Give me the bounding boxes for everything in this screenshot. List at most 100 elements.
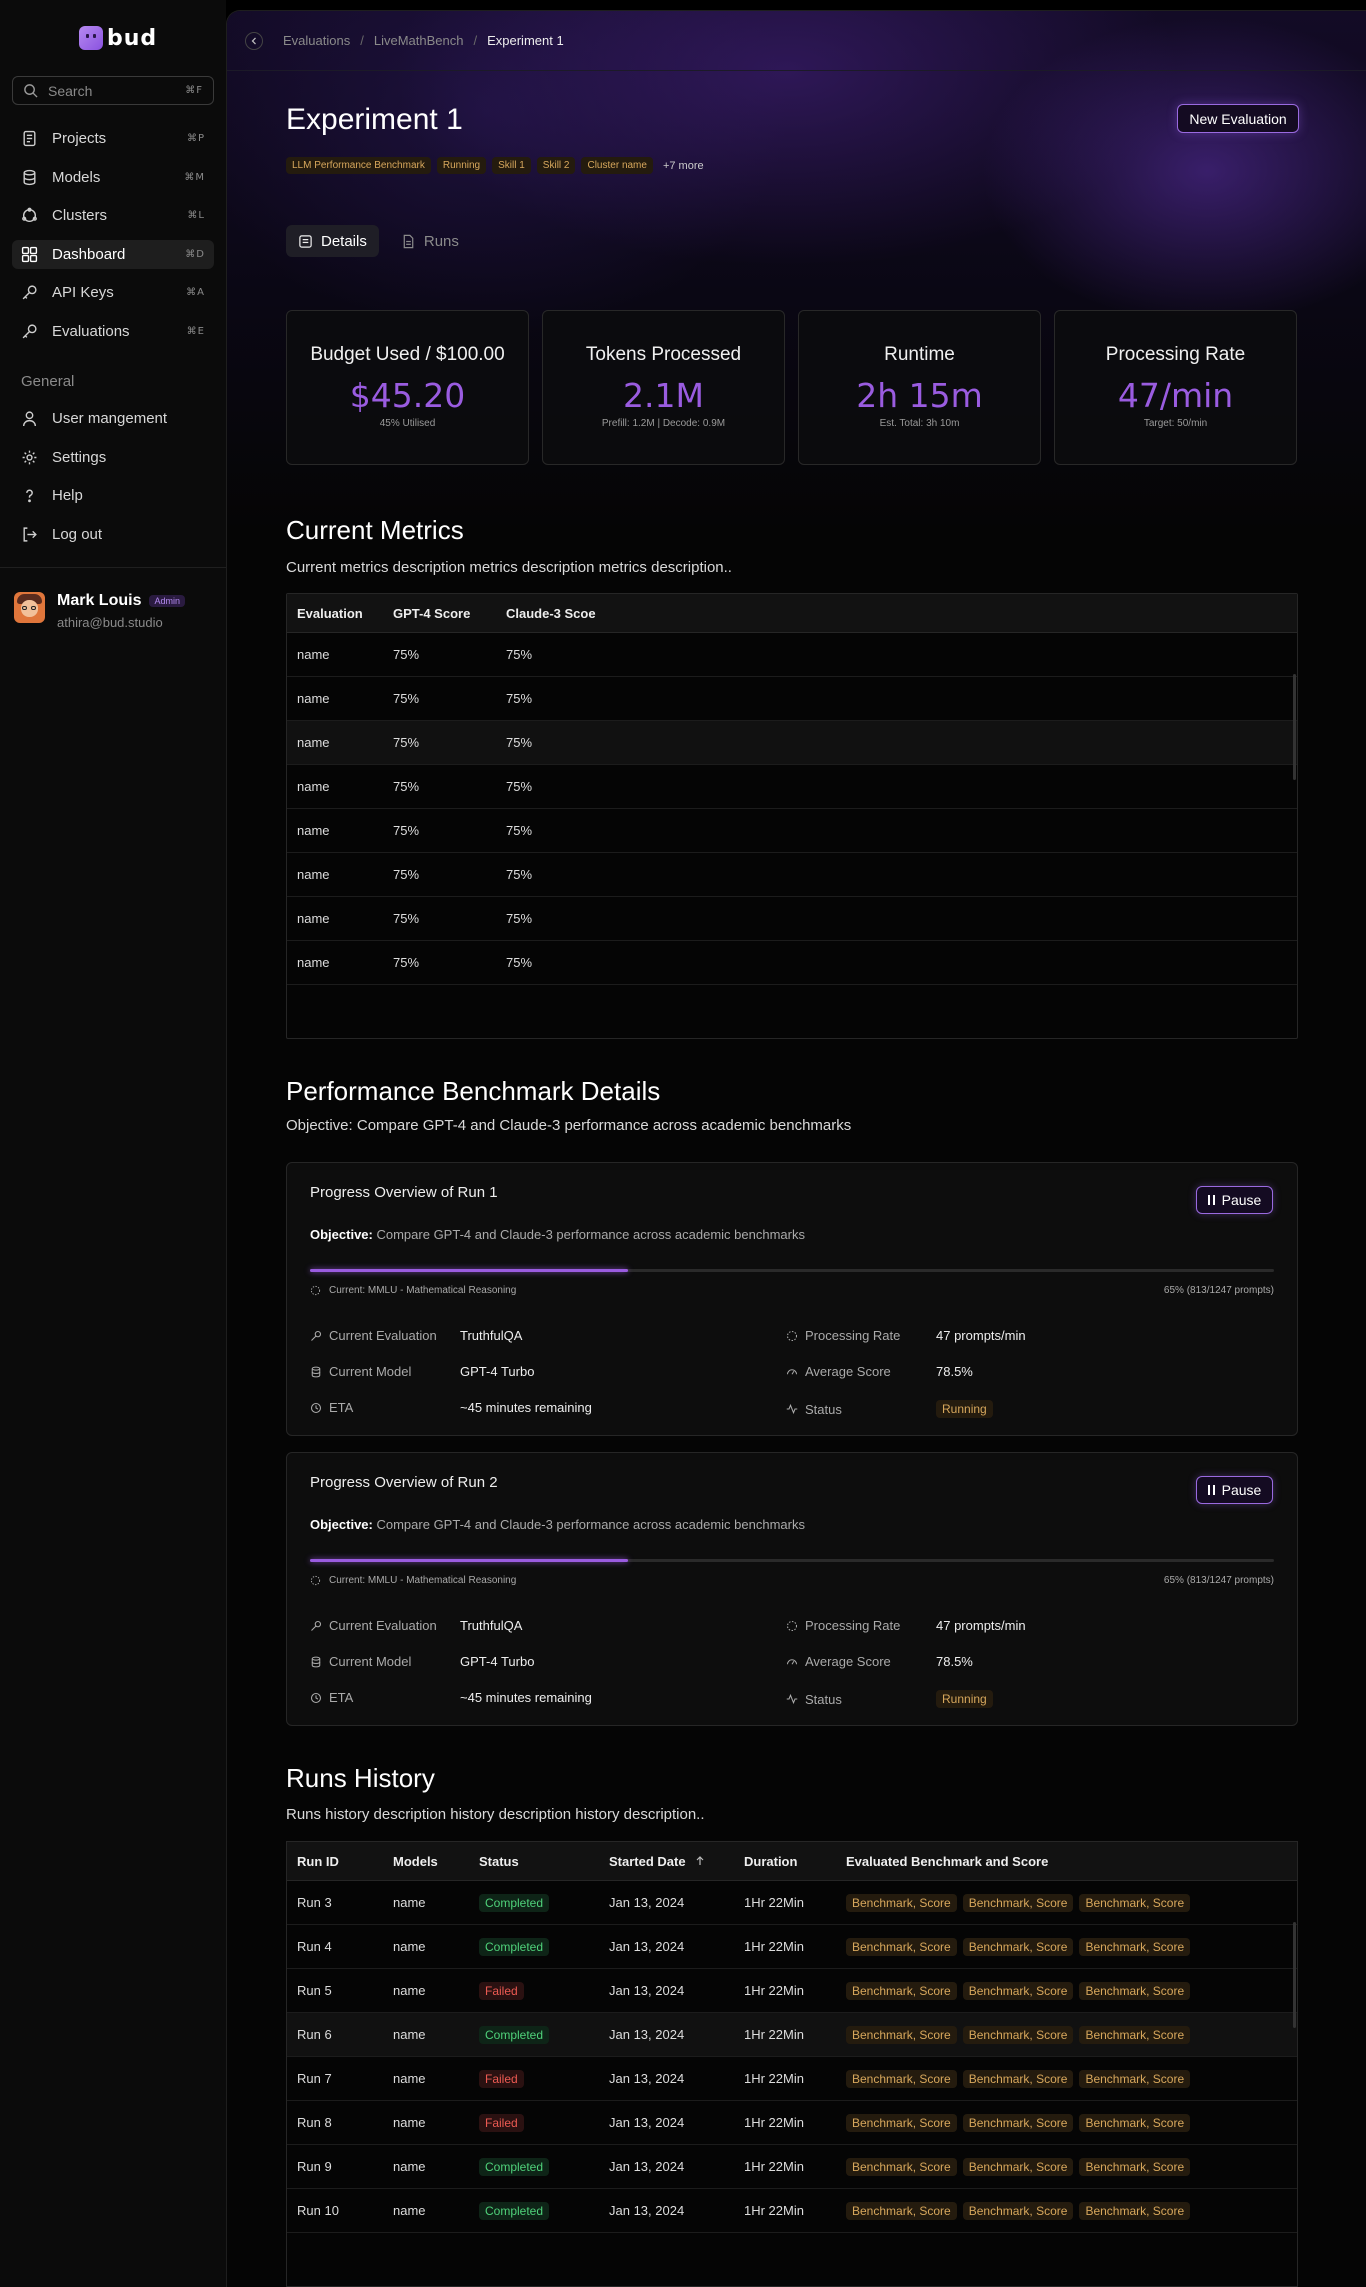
table-cell: 75% [506,911,533,926]
sidebar-item-evaluations[interactable]: Evaluations ⌘E [12,317,214,346]
column-header[interactable]: Run ID [287,1854,393,1869]
runs-history-table: Run ID Models Status Started Date Durati… [286,1841,1298,2287]
new-evaluation-button[interactable]: New Evaluation [1177,104,1299,133]
scrollbar[interactable] [1293,674,1296,780]
table-row[interactable]: name 75% 75% [287,809,1297,853]
column-header[interactable]: Duration [744,1854,846,1869]
current-model-row: Current Model GPT-4 Turbo [310,1654,534,1669]
table-row[interactable]: name 75% 75% [287,765,1297,809]
search-input[interactable] [48,82,168,99]
benchmark-score-tag: Benchmark, Score [962,2025,1074,2044]
column-header[interactable]: Evaluation [287,606,393,621]
column-header[interactable]: Status [479,1854,609,1869]
tag-list: LLM Performance Benchmark Running Skill … [286,157,704,174]
run-status-cell: Failed [479,2114,609,2132]
sidebar-item-label: Projects [52,130,107,147]
shortcut-hint: ⌘D [185,248,205,260]
sidebar-item-clusters[interactable]: Clusters ⌘L [12,201,214,230]
sidebar-item-help[interactable]: Help [12,481,214,510]
column-header[interactable]: Models [393,1854,479,1869]
tags-more-link[interactable]: +7 more [663,160,704,172]
sidebar-item-user-management[interactable]: User mangement [12,404,214,433]
activity-icon [786,1403,798,1415]
run-started-date: Jan 13, 2024 [609,2203,685,2218]
tab-details[interactable]: Details [286,225,379,257]
benchmark-score-tag: Benchmark, Score [846,2025,957,2044]
app-logo[interactable]: bud [79,26,157,51]
sidebar-item-models[interactable]: Models ⌘M [12,163,214,192]
table-row[interactable]: Run 3 name Completed Jan 13, 2024 1Hr 22Min B… [287,1881,1297,1925]
column-header-started-date[interactable]: Started Date [609,1854,744,1869]
scrollbar[interactable] [1293,1922,1296,2028]
progress-card-run-2: Progress Overview of Run 2 Pause Objective… [286,1452,1298,1726]
key-icon [311,1620,322,1631]
search-shortcut: ⌘F [185,85,203,96]
tab-runs[interactable]: Runs [389,225,471,257]
table-row[interactable]: Run 6 name Completed Jan 13, 2024 1Hr 22Min B… [287,2013,1297,2057]
sidebar-item-dashboard[interactable]: Dashboard ⌘D [12,239,214,269]
run-started-date: Jan 13, 2024 [609,2159,685,2174]
benchmark-score-tag: Benchmark, Score [1079,1981,1191,2000]
table-row[interactable]: Run 7 name Failed Jan 13, 2024 1Hr 22Min Benc… [287,2057,1297,2101]
table-row[interactable]: Run 9 name Completed Jan 13, 2024 1Hr 22Min B… [287,2145,1297,2189]
search-box[interactable]: ⌘F [12,76,214,105]
run-duration: 1Hr 22Min [744,2071,804,2086]
table-row[interactable]: name 75% 75% [287,721,1297,765]
status-badge: Running [936,1690,993,1708]
table-row[interactable]: Run 8 name Failed Jan 13, 2024 1Hr 22Min Benc… [287,2101,1297,2145]
user-icon [22,411,37,427]
sidebar-item-label: Dashboard [52,245,126,263]
column-header[interactable]: GPT-4 Score [393,606,506,621]
objective-text: Compare GPT-4 and Claude-3 performance a… [376,1227,805,1242]
column-header-label: Started Date [609,1853,686,1869]
table-row[interactable]: name 75% 75% [287,941,1297,985]
table-cell: 75% [393,823,420,838]
run-status-cell: Completed [479,2158,609,2176]
user-profile[interactable]: Mark Louis Admin athira@bud.studio [14,592,185,630]
sidebar-item-logout[interactable]: Log out [12,520,214,549]
processing-rate-row: Processing Rate 47 prompts/min [786,1618,1026,1633]
benchmark-score-tag: Benchmark, Score [962,1937,1074,1956]
table-row[interactable]: name 75% 75% [287,677,1297,721]
pause-button[interactable]: Pause [1196,1476,1273,1504]
tab-label: Runs [423,232,459,250]
section-description: Objective: Compare GPT-4 and Claude-3 pe… [286,1117,852,1134]
run-duration: 1Hr 22Min [744,2115,804,2130]
page-title: Experiment 1 [286,103,463,136]
status-label: Status [805,1401,842,1417]
benchmark-score-tag: Benchmark, Score [846,2201,957,2220]
sidebar-item-settings[interactable]: Settings [12,443,214,472]
objective-label: Objective: [310,1517,373,1532]
stat-card-processing-rate: Processing Rate 47/min Target: 50/min [1054,310,1297,465]
table-row[interactable]: Run 5 name Failed Jan 13, 2024 1Hr 22Min Benc… [287,1969,1297,2013]
table-row[interactable]: name 75% 75% [287,853,1297,897]
table-header: Run ID Models Status Started Date Durati… [287,1842,1297,1881]
back-button[interactable] [245,31,263,50]
table-cell: 75% [393,955,420,970]
breadcrumb-item[interactable]: LiveMathBench [374,33,464,48]
sidebar-item-api-keys[interactable]: API Keys ⌘A [12,278,214,307]
table-row[interactable]: name 75% 75% [287,633,1297,677]
run-id: Run 4 [297,1939,332,1954]
key-icon [22,323,37,338]
run-model: name [393,2203,426,2218]
pause-icon [1207,1195,1215,1205]
breadcrumb-separator: / [473,33,478,48]
section-description: Runs history description history descrip… [286,1806,705,1823]
column-header[interactable]: Evaluated Benchmark and Score [846,1854,1297,1869]
sidebar-item-label: Log out [52,525,103,543]
activity-icon [786,1693,798,1705]
run-id: Run 7 [297,2071,332,2086]
gauge-icon [786,1368,798,1375]
pause-button[interactable]: Pause [1196,1186,1273,1214]
table-row[interactable]: name 75% 75% [287,897,1297,941]
table-row[interactable]: Run 4 name Completed Jan 13, 2024 1Hr 22Min B… [287,1925,1297,1969]
table-row[interactable]: Run 10 name Completed Jan 13, 2024 1Hr 22Min… [287,2189,1297,2233]
search-icon [24,84,38,98]
clock-icon [310,1692,322,1703]
breadcrumb-item[interactable]: Evaluations [283,33,350,48]
benchmark-score-tag: Benchmark, Score [846,2069,957,2088]
average-score-row: Average Score 78.5% [786,1654,973,1669]
sidebar-item-projects[interactable]: Projects ⌘P [12,124,214,153]
column-header[interactable]: Claude-3 Scoe [506,606,706,621]
